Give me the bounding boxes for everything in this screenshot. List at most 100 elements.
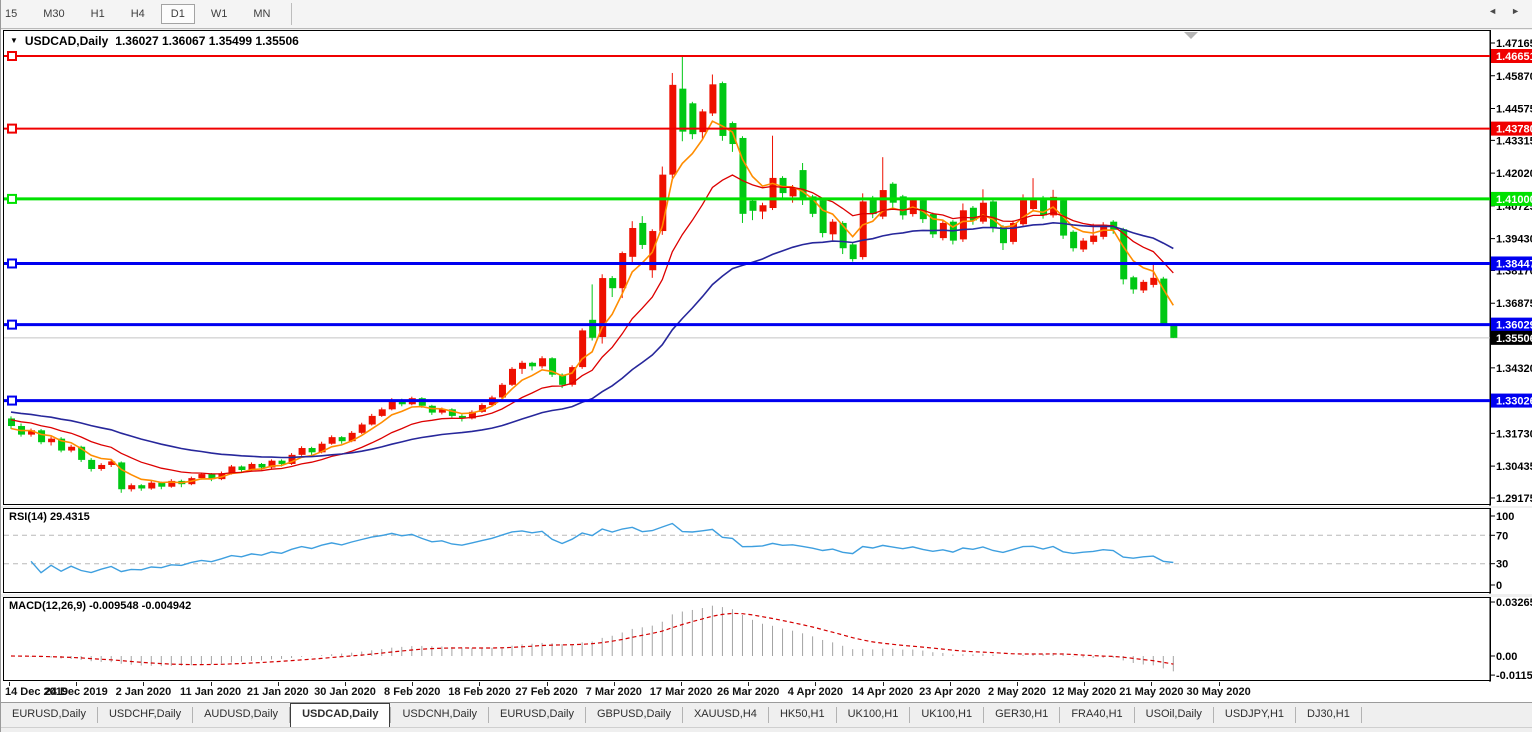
date-axis-label: 14 Apr 2020	[851, 686, 914, 698]
main-chart-panel[interactable]: 1.47165 1.45870 1.44575 1.43315 1.42020 1.407…	[1, 30, 1532, 506]
hline-handle[interactable]	[7, 123, 17, 134]
hline-handle[interactable]	[7, 193, 17, 204]
candle-body	[629, 227, 637, 257]
candle-body	[849, 244, 857, 260]
timeframe-button-h4[interactable]: H4	[121, 4, 155, 24]
candle-body	[769, 177, 777, 209]
timeframe-button-w1[interactable]: W1	[201, 4, 238, 24]
chart-tab-usdjpy-h1[interactable]: USDJPY,H1	[1214, 703, 1295, 727]
candle-body	[599, 278, 607, 337]
candle-body	[1090, 235, 1098, 242]
candle-body	[759, 205, 767, 212]
date-axis-label: 21 Jan 2020	[246, 686, 309, 698]
hline-handle[interactable]	[7, 258, 17, 269]
candle	[549, 357, 557, 377]
date-axis-label: 8 Feb 2020	[384, 686, 441, 698]
candle-body	[589, 319, 597, 338]
date-axis-label: 26 Mar 2020	[716, 686, 780, 698]
price-badge: 1.41000	[1491, 191, 1532, 206]
candle	[669, 72, 677, 179]
timeframe-button-m30[interactable]: M30	[33, 4, 74, 24]
hline-handle[interactable]	[7, 50, 17, 61]
timeframe-button-d1[interactable]: D1	[160, 4, 195, 24]
price-axis-label: 1.43315	[1496, 135, 1532, 147]
candle-body	[749, 200, 757, 211]
candle-body	[509, 368, 516, 385]
candle-body	[669, 84, 677, 175]
timeframe-button-h1[interactable]: H1	[81, 4, 115, 24]
price-axis-label: 1.44575	[1496, 104, 1532, 116]
candle-body	[258, 463, 266, 468]
price-badge: 1.35506	[1491, 330, 1532, 345]
chart-tab-usdcnh-daily[interactable]: USDCNH,Daily	[391, 703, 488, 727]
price-axis-label: 1.45870	[1496, 71, 1532, 83]
chart-tab-xauusd-h4[interactable]: XAUUSD,H4	[683, 703, 768, 727]
price-axis-label: 1.47165	[1496, 38, 1532, 50]
candle	[849, 242, 857, 262]
macd-background	[1, 597, 1532, 682]
price-axis-label: 1.39430	[1496, 234, 1532, 246]
price-axis-label: 1.34320	[1496, 363, 1532, 375]
date-axis-label: 17 Mar 2020	[649, 686, 713, 698]
candle-body	[959, 210, 967, 240]
chart-tab-uk100-h1[interactable]: UK100,H1	[837, 703, 910, 727]
candle-body	[739, 137, 747, 214]
candle-body	[378, 409, 386, 416]
candle-body	[38, 430, 46, 443]
chart-tab-usdcad-daily[interactable]: USDCAD,Daily	[290, 703, 391, 727]
chart-tab-gbpusd-daily[interactable]: GBPUSD,Daily	[586, 703, 682, 727]
candle-body	[88, 459, 96, 470]
chart-tab-usdchf-daily[interactable]: USDCHF,Daily	[98, 703, 192, 727]
price-axis-label: 1.29175	[1496, 493, 1532, 505]
chart-tab-eurusd-daily[interactable]: EURUSD,Daily	[1, 703, 97, 727]
date-axis-label: 11 Jan 2020	[180, 686, 242, 698]
candle-body	[1150, 277, 1158, 285]
timeframe-button-15[interactable]: 15	[1, 4, 27, 24]
date-axis-label: 27 Feb 2020	[515, 686, 578, 698]
date-axis[interactable]: 14 Dec 2019 24 Dec 2019 2 Jan 2020 11 Jan 2…	[1, 682, 1532, 702]
macd-panel[interactable]: 0.0326580.00-0.011558 MACD(12,26,9) -0.0…	[1, 597, 1532, 682]
candle-body	[519, 362, 527, 369]
candle-body	[979, 202, 987, 222]
main-chart-canvas[interactable]: 1.471651.458701.445751.433151.420201.407…	[1, 30, 1532, 506]
price-axis-label: 1.42020	[1496, 168, 1532, 180]
rsi-panel[interactable]: 100 70 30 0 RSI(14) 29.4315	[1, 508, 1532, 594]
chart-tab-audusd-daily[interactable]: AUDUSD,Daily	[193, 703, 289, 727]
chart-tab-eurusd-daily[interactable]: EURUSD,Daily	[489, 703, 585, 727]
chart-tab-fra40-h1[interactable]: FRA40,H1	[1060, 703, 1133, 727]
date-axis-label: 2 May 2020	[987, 686, 1047, 698]
date-axis-label: 12 May 2020	[1052, 686, 1117, 698]
candle-body	[238, 466, 246, 471]
macd-canvas[interactable]: 0.032658 0.00 -0.011558	[1, 597, 1532, 682]
tab-scroll-left-icon[interactable]: ◄	[1488, 6, 1497, 16]
chart-tab-usoil-daily[interactable]: USOil,Daily	[1135, 703, 1213, 727]
candle-body	[709, 84, 717, 114]
candle-body	[619, 253, 627, 289]
rsi-axis-label: 100	[1496, 511, 1514, 523]
price-badge: 1.33026	[1491, 393, 1532, 408]
price-badge: 1.46651	[1491, 48, 1532, 63]
candle-body	[609, 278, 617, 289]
window-bottom-strip	[1, 727, 1532, 732]
rsi-canvas[interactable]: 100 70 30 0	[1, 508, 1532, 594]
chart-tab-dj30-h1[interactable]: DJ30,H1	[1296, 703, 1361, 727]
rsi-axis-label: 0	[1496, 580, 1502, 592]
chart-tab-ger30-h1[interactable]: GER30,H1	[984, 703, 1059, 727]
chart-tab-uk100-h1[interactable]: UK100,H1	[910, 703, 983, 727]
date-axis-label: 18 Feb 2020	[448, 686, 511, 698]
tab-scroll-arrows: ◄ ►	[1488, 6, 1520, 16]
candle	[509, 367, 516, 387]
terminal-window: 15 M30 H1 H4 D1 W1 MN 1.47165 1.45870 1.44575 1.4…	[0, 0, 1532, 732]
candle-body	[679, 88, 687, 132]
hline-handle[interactable]	[7, 319, 17, 330]
candle-body	[1170, 324, 1178, 338]
chart-tab-hk50-h1[interactable]: HK50,H1	[769, 703, 836, 727]
rsi-background	[1, 508, 1532, 594]
candle-body	[1140, 281, 1148, 291]
timeframe-button-mn[interactable]: MN	[243, 4, 280, 24]
tab-scroll-right-icon[interactable]: ►	[1511, 6, 1520, 16]
price-badge-label: 1.41000	[1496, 194, 1532, 206]
price-badge-label: 1.46651	[1496, 51, 1532, 63]
hline-handle[interactable]	[7, 395, 17, 406]
price-badge: 1.43780	[1491, 121, 1532, 136]
